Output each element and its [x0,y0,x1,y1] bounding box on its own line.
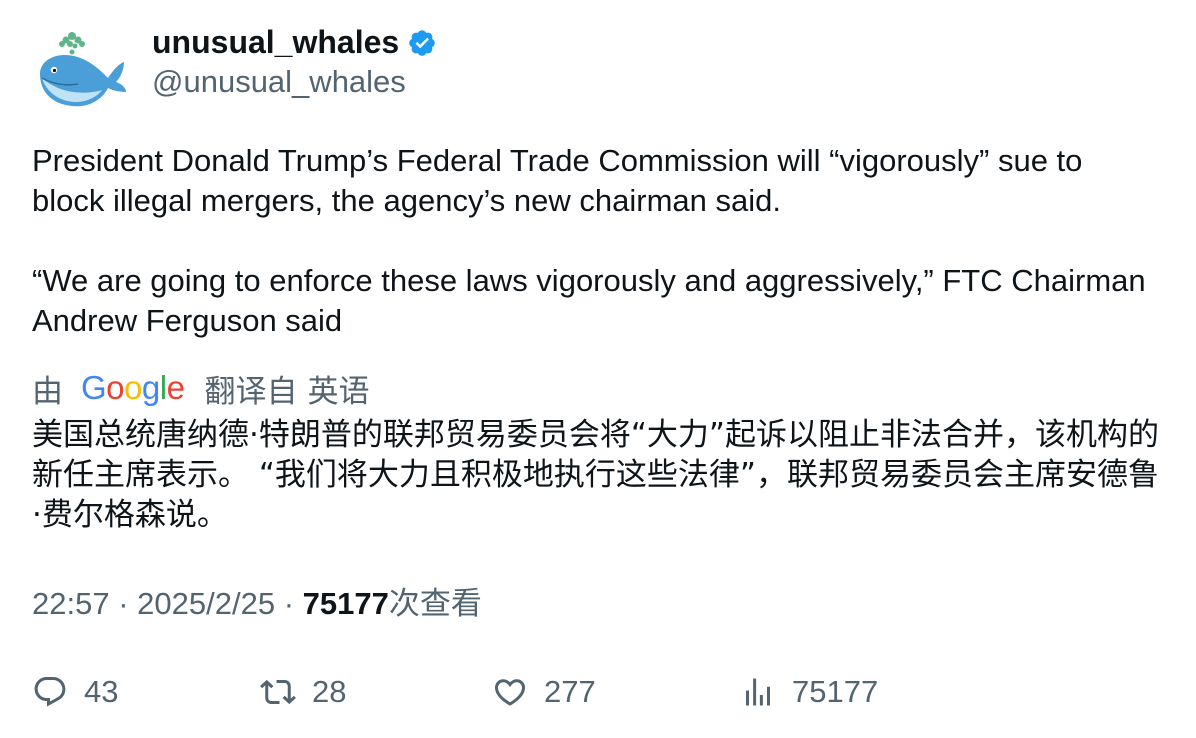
source-language: 英语 [307,373,370,409]
tweet-text: President Donald Trump’s Federal Trade C… [32,141,1162,341]
retweet-button[interactable]: 28 [260,670,346,714]
tweet-date[interactable]: 2025/2/25 [137,586,275,621]
tweet-header: unusual_whales @unusual_whales [32,22,437,118]
translated-from-label: 翻译自 [204,373,298,409]
tweet-paragraph-2: “We are going to enforce these laws vigo… [32,263,1146,338]
author-names: unusual_whales @unusual_whales [152,22,437,102]
display-name[interactable]: unusual_whales [152,22,399,62]
reply-icon [34,677,66,707]
translated-by-label: 由 [32,373,63,409]
verified-badge-icon [409,30,435,56]
views-button[interactable]: 75177 [740,670,878,714]
whale-avatar-icon[interactable] [32,22,128,118]
views-label: 次查看 [388,586,482,621]
meta-separator: · [283,586,295,621]
retweet-count: 28 [312,674,347,709]
reply-button[interactable]: 43 [32,670,118,714]
user-handle[interactable]: @unusual_whales [152,62,437,102]
analytics-icon [746,678,770,706]
tweet-actions: 43 28 277 75177 [32,670,1162,714]
tweet-time[interactable]: 22:57 [32,586,110,621]
views-action-count: 75177 [792,674,879,709]
like-count: 277 [544,674,596,709]
tweet-paragraph-1: President Donald Trump’s Federal Trade C… [32,143,1083,218]
translated-text: 美国总统唐纳德·特朗普的联邦贸易委员会将“大力”起诉以阻止非法合并，该机构的新任… [32,417,1159,533]
google-logo[interactable]: Google [81,369,185,407]
like-button[interactable]: 277 [492,670,596,714]
retweet-icon [260,679,296,705]
meta-separator: · [118,586,129,621]
tweet-metadata: 22:57 · 2025/2/25 · 75177次查看 [32,584,482,624]
display-name-row: unusual_whales [152,22,437,62]
reply-count: 43 [84,674,119,709]
views-count: 75177 [302,586,389,621]
translation-attribution: 由 Google 翻译自 英语 [32,366,369,410]
heart-icon [494,679,526,706]
